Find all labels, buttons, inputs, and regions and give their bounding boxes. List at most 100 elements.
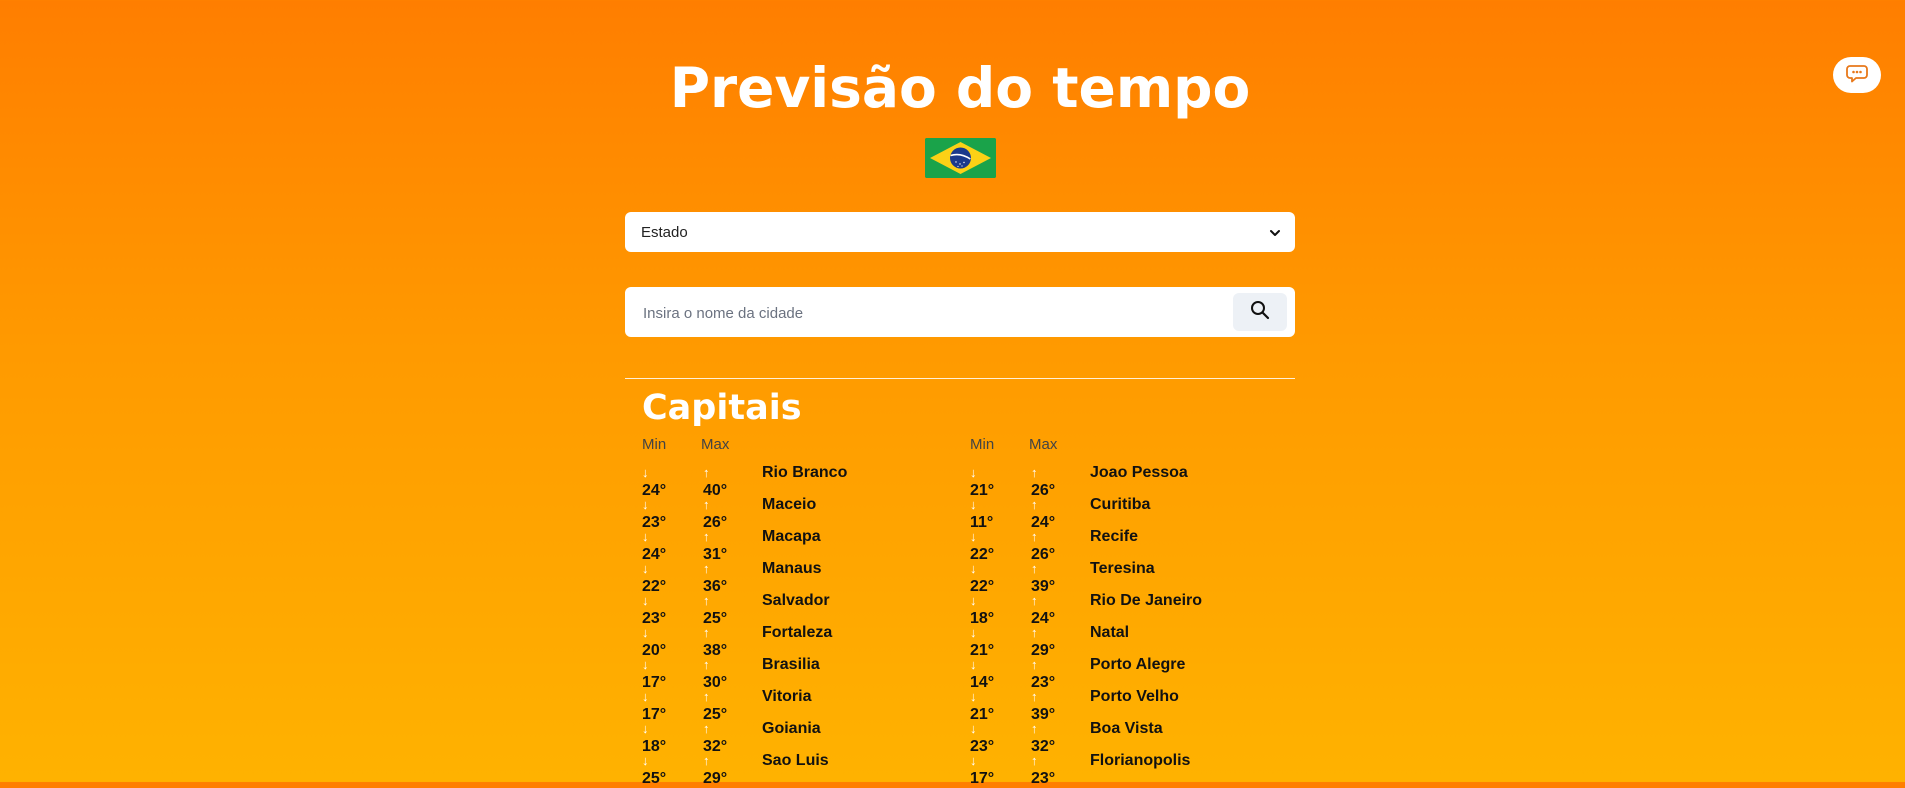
arrow-up-icon: ↑ bbox=[1031, 529, 1038, 544]
arrow-up-icon: ↑ bbox=[703, 721, 710, 736]
min-temp: ↓21° bbox=[970, 624, 994, 660]
arrow-down-icon: ↓ bbox=[642, 689, 649, 704]
search-button[interactable] bbox=[1233, 293, 1287, 331]
max-label: Max bbox=[1029, 436, 1058, 453]
arrow-down-icon: ↓ bbox=[642, 753, 649, 768]
max-temp: ↑39° bbox=[1031, 688, 1055, 724]
arrow-up-icon: ↑ bbox=[1031, 625, 1038, 640]
city-name: Rio De Janeiro bbox=[1090, 592, 1203, 609]
min-temp: ↓17° bbox=[642, 688, 666, 724]
min-temp: ↓24° bbox=[642, 464, 666, 500]
city-name: Porto Alegre bbox=[1090, 656, 1186, 673]
city-name: Macapa bbox=[762, 528, 821, 545]
max-temp: ↑29° bbox=[1031, 624, 1055, 660]
brazil-flag-icon bbox=[925, 138, 996, 178]
max-temp: ↑36° bbox=[703, 560, 727, 596]
arrow-down-icon: ↓ bbox=[970, 497, 977, 512]
min-temp: ↓ 17° bbox=[970, 752, 994, 788]
arrow-down-icon: ↓ bbox=[970, 657, 977, 672]
arrow-down-icon: ↓ bbox=[642, 657, 649, 672]
max-temp-value: 29° bbox=[703, 770, 728, 787]
city-name: Teresina bbox=[1090, 560, 1155, 577]
arrow-up-icon: ↑ bbox=[1031, 721, 1038, 736]
state-select-value: Estado bbox=[641, 223, 688, 241]
min-temp-value: 25° bbox=[642, 770, 667, 787]
arrow-up-icon: ↑ bbox=[1031, 497, 1038, 512]
min-temp: ↓24° bbox=[642, 528, 666, 564]
min-temp-value: 17° bbox=[970, 770, 995, 787]
arrow-down-icon: ↓ bbox=[642, 721, 649, 736]
arrow-up-icon: ↑ bbox=[1031, 561, 1038, 576]
city-name: Vitoria bbox=[762, 688, 812, 705]
arrow-down-icon: ↓ bbox=[970, 689, 977, 704]
city-name: Manaus bbox=[762, 560, 822, 577]
arrow-down-icon: ↓ bbox=[970, 593, 977, 608]
arrow-up-icon: ↑ bbox=[1031, 753, 1038, 768]
min-label: Min bbox=[970, 436, 995, 453]
search-bar bbox=[625, 287, 1295, 339]
max-temp: ↑31° bbox=[703, 528, 727, 564]
capitals-title: Capitais bbox=[642, 388, 802, 428]
min-temp: ↓17° bbox=[642, 656, 666, 692]
arrow-down-icon: ↓ bbox=[642, 529, 649, 544]
arrow-down-icon: ↓ bbox=[642, 465, 649, 480]
max-temp: ↑40° bbox=[703, 464, 727, 500]
arrow-down-icon: ↓ bbox=[970, 465, 977, 480]
arrow-down-icon: ↓ bbox=[970, 753, 977, 768]
arrow-up-icon: ↑ bbox=[1031, 593, 1038, 608]
min-temp: ↓23° bbox=[970, 720, 994, 756]
min-temp: ↓18° bbox=[642, 720, 666, 756]
max-temp: ↑32° bbox=[1031, 720, 1055, 756]
max-temp: ↑23° bbox=[1031, 752, 1055, 788]
chat-bot-icon bbox=[1845, 63, 1869, 88]
search-icon bbox=[1250, 300, 1270, 325]
max-temp: ↑24° bbox=[1031, 592, 1055, 628]
city-name: Goiania bbox=[762, 720, 821, 737]
arrow-up-icon: ↑ bbox=[703, 593, 710, 608]
city-name: Maceio bbox=[762, 496, 817, 513]
max-temp: ↑26° bbox=[703, 496, 727, 532]
section-divider bbox=[625, 378, 1295, 379]
arrow-up-icon: ↑ bbox=[703, 529, 710, 544]
max-temp: ↑25° bbox=[703, 688, 727, 724]
arrow-down-icon: ↓ bbox=[642, 593, 649, 608]
arrow-down-icon: ↓ bbox=[642, 497, 649, 512]
arrow-up-icon: ↑ bbox=[1031, 689, 1038, 704]
city-name: Florianopolis bbox=[1090, 752, 1191, 769]
city-name: Natal bbox=[1090, 624, 1130, 641]
arrow-down-icon: ↓ bbox=[642, 561, 649, 576]
max-temp: ↑25° bbox=[703, 592, 727, 628]
arrow-down-icon: ↓ bbox=[970, 625, 977, 640]
max-temp: ↑39° bbox=[1031, 560, 1055, 596]
city-name: Brasilia bbox=[762, 656, 820, 673]
max-temp: ↑23° bbox=[1031, 656, 1055, 692]
min-temp: ↓23° bbox=[642, 592, 666, 628]
arrow-up-icon: ↑ bbox=[1031, 657, 1038, 672]
max-temp: ↑24° bbox=[1031, 496, 1055, 532]
city-name: Rio Branco bbox=[762, 464, 848, 481]
min-temp: ↓22° bbox=[642, 560, 666, 596]
arrow-up-icon: ↑ bbox=[1031, 465, 1038, 480]
city-name: Fortaleza bbox=[762, 624, 833, 641]
chevron-down-icon bbox=[1269, 226, 1281, 244]
min-temp: ↓ 25° bbox=[642, 752, 666, 788]
min-temp: ↓21° bbox=[970, 464, 994, 500]
max-temp: ↑38° bbox=[703, 624, 727, 660]
max-label: Max bbox=[701, 436, 730, 453]
arrow-up-icon: ↑ bbox=[703, 465, 710, 480]
page-title: Previsão do tempo bbox=[669, 56, 1251, 120]
chat-bot-button[interactable] bbox=[1833, 57, 1881, 93]
max-temp: ↑ 29° bbox=[703, 752, 727, 788]
max-temp: ↑26° bbox=[1031, 464, 1055, 500]
arrow-down-icon: ↓ bbox=[970, 721, 977, 736]
state-select[interactable]: Estado bbox=[625, 212, 1295, 252]
min-label: Min bbox=[642, 436, 667, 453]
search-input[interactable] bbox=[641, 287, 1225, 339]
city-name: Curitiba bbox=[1090, 496, 1151, 513]
city-name: Joao Pessoa bbox=[1090, 464, 1188, 481]
city-name: Porto Velho bbox=[1090, 688, 1179, 705]
arrow-up-icon: ↑ bbox=[703, 753, 710, 768]
min-temp: ↓11° bbox=[970, 496, 993, 532]
arrow-up-icon: ↑ bbox=[703, 497, 710, 512]
min-temp: ↓22° bbox=[970, 528, 994, 564]
